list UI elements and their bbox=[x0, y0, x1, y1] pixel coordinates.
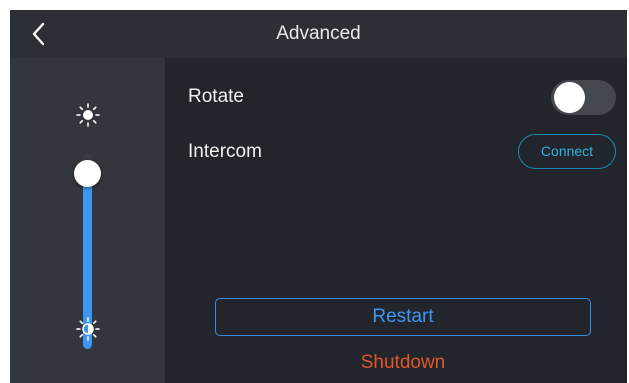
sun-icon bbox=[73, 100, 103, 130]
rotate-toggle-knob bbox=[554, 82, 585, 113]
header-bar: Advanced bbox=[10, 10, 627, 58]
rotate-label: Rotate bbox=[188, 86, 244, 107]
device-screen: Advanced Rotate Intercom Connect Restart… bbox=[10, 10, 627, 383]
page-title: Advanced bbox=[276, 23, 361, 44]
connect-button[interactable]: Connect bbox=[518, 134, 616, 169]
restart-button[interactable]: Restart bbox=[215, 298, 591, 336]
brightness-slider-thumb[interactable] bbox=[74, 160, 101, 187]
intercom-label: Intercom bbox=[188, 141, 262, 162]
half-sun-icon bbox=[73, 314, 103, 344]
rotate-toggle[interactable] bbox=[551, 80, 616, 115]
brightness-sidebar bbox=[10, 58, 165, 383]
shutdown-button[interactable]: Shutdown bbox=[215, 348, 591, 378]
